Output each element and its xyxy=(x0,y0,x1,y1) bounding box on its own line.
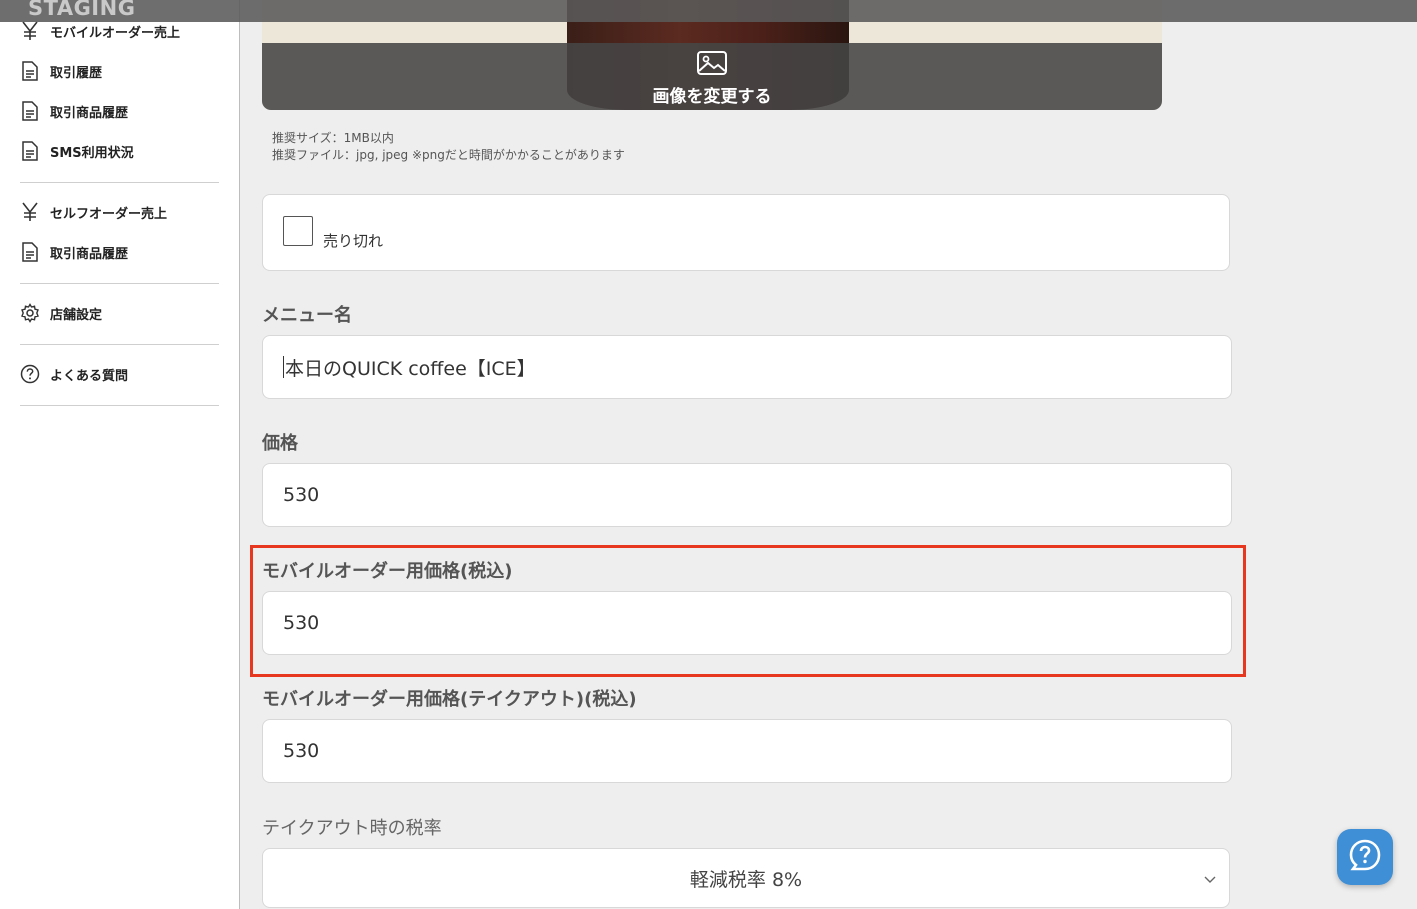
sidebar-item-label: セルフオーダー売上 xyxy=(50,206,168,222)
sidebar-item-self-order-product-history[interactable]: 取引商品履歴 xyxy=(20,239,128,265)
question-circle-icon xyxy=(20,364,40,384)
sidebar-item-self-order-sales[interactable]: セルフオーダー売上 xyxy=(20,199,167,225)
takeout-tax-label: テイクアウト時の税率 xyxy=(262,818,442,839)
document-icon xyxy=(20,61,40,81)
sidebar-item-label: 取引商品履歴 xyxy=(50,105,129,121)
menu-name-label: メニュー名 xyxy=(262,305,352,326)
sidebar-item-faq[interactable]: よくある質問 xyxy=(20,361,128,387)
staging-label: STAGING xyxy=(28,0,136,20)
soldout-checkbox[interactable] xyxy=(283,216,313,246)
sidebar: モバイルオーダー売上 取引履歴 取引商品履歴 SMS利用状況 セルフオーダー売上… xyxy=(0,0,240,909)
sidebar-item-label: よくある質問 xyxy=(50,368,129,384)
change-image-button[interactable]: 画像を変更する xyxy=(262,50,1162,107)
image-file-hint: 推奨ファイル：jpg, jpeg ※pngだと時間がかかることがあります xyxy=(272,148,625,162)
sidebar-item-sms-usage[interactable]: SMS利用状況 xyxy=(20,138,134,164)
soldout-card: 売り切れ xyxy=(262,194,1230,271)
price-value: 530 xyxy=(283,484,320,506)
price-input[interactable]: 530 xyxy=(262,463,1232,527)
chevron-down-icon xyxy=(1203,869,1217,888)
image-icon xyxy=(696,50,728,80)
sidebar-item-label: 店舗設定 xyxy=(50,307,103,323)
document-icon xyxy=(20,141,40,161)
change-image-label: 画像を変更する xyxy=(652,87,772,107)
question-bubble-icon xyxy=(1348,838,1382,876)
sidebar-divider xyxy=(20,344,219,345)
document-icon xyxy=(20,101,40,121)
mobile-price-label: モバイルオーダー用価格(税込) xyxy=(262,561,513,582)
sidebar-item-label: モバイルオーダー売上 xyxy=(50,25,181,41)
soldout-label: 売り切れ xyxy=(323,232,384,250)
takeout-tax-select[interactable]: 軽減税率 8% xyxy=(262,848,1230,908)
sidebar-item-transaction-product-history[interactable]: 取引商品履歴 xyxy=(20,98,128,124)
sidebar-divider xyxy=(20,283,219,284)
price-label: 価格 xyxy=(262,433,298,454)
mobile-takeout-price-value: 530 xyxy=(283,740,320,762)
mobile-price-input[interactable]: 530 xyxy=(262,591,1232,655)
help-chat-button[interactable] xyxy=(1337,829,1393,885)
sidebar-item-label: 取引商品履歴 xyxy=(50,246,129,262)
mobile-takeout-price-input[interactable]: 530 xyxy=(262,719,1232,783)
sidebar-divider xyxy=(20,405,219,406)
gear-icon xyxy=(20,303,40,323)
menu-name-value: 本日のQUICK coffee【ICE】 xyxy=(285,357,536,380)
sidebar-item-label: SMS利用状況 xyxy=(50,145,134,161)
sidebar-item-store-settings[interactable]: 店舗設定 xyxy=(20,300,102,326)
document-icon xyxy=(20,242,40,262)
yen-icon xyxy=(20,21,40,41)
menu-name-input[interactable]: 本日のQUICK coffee【ICE】 xyxy=(262,335,1232,399)
mobile-price-value: 530 xyxy=(283,612,320,634)
takeout-tax-value: 軽減税率 8% xyxy=(689,869,803,891)
sidebar-divider xyxy=(20,182,219,183)
yen-icon xyxy=(20,202,40,222)
staging-banner: STAGING xyxy=(0,0,1417,22)
text-caret xyxy=(283,356,284,378)
sidebar-item-label: 取引履歴 xyxy=(50,65,103,81)
image-size-hint: 推奨サイズ：1MB以内 xyxy=(272,131,394,145)
sidebar-item-transaction-history[interactable]: 取引履歴 xyxy=(20,58,102,84)
mobile-takeout-price-label: モバイルオーダー用価格(テイクアウト)(税込) xyxy=(262,689,637,710)
